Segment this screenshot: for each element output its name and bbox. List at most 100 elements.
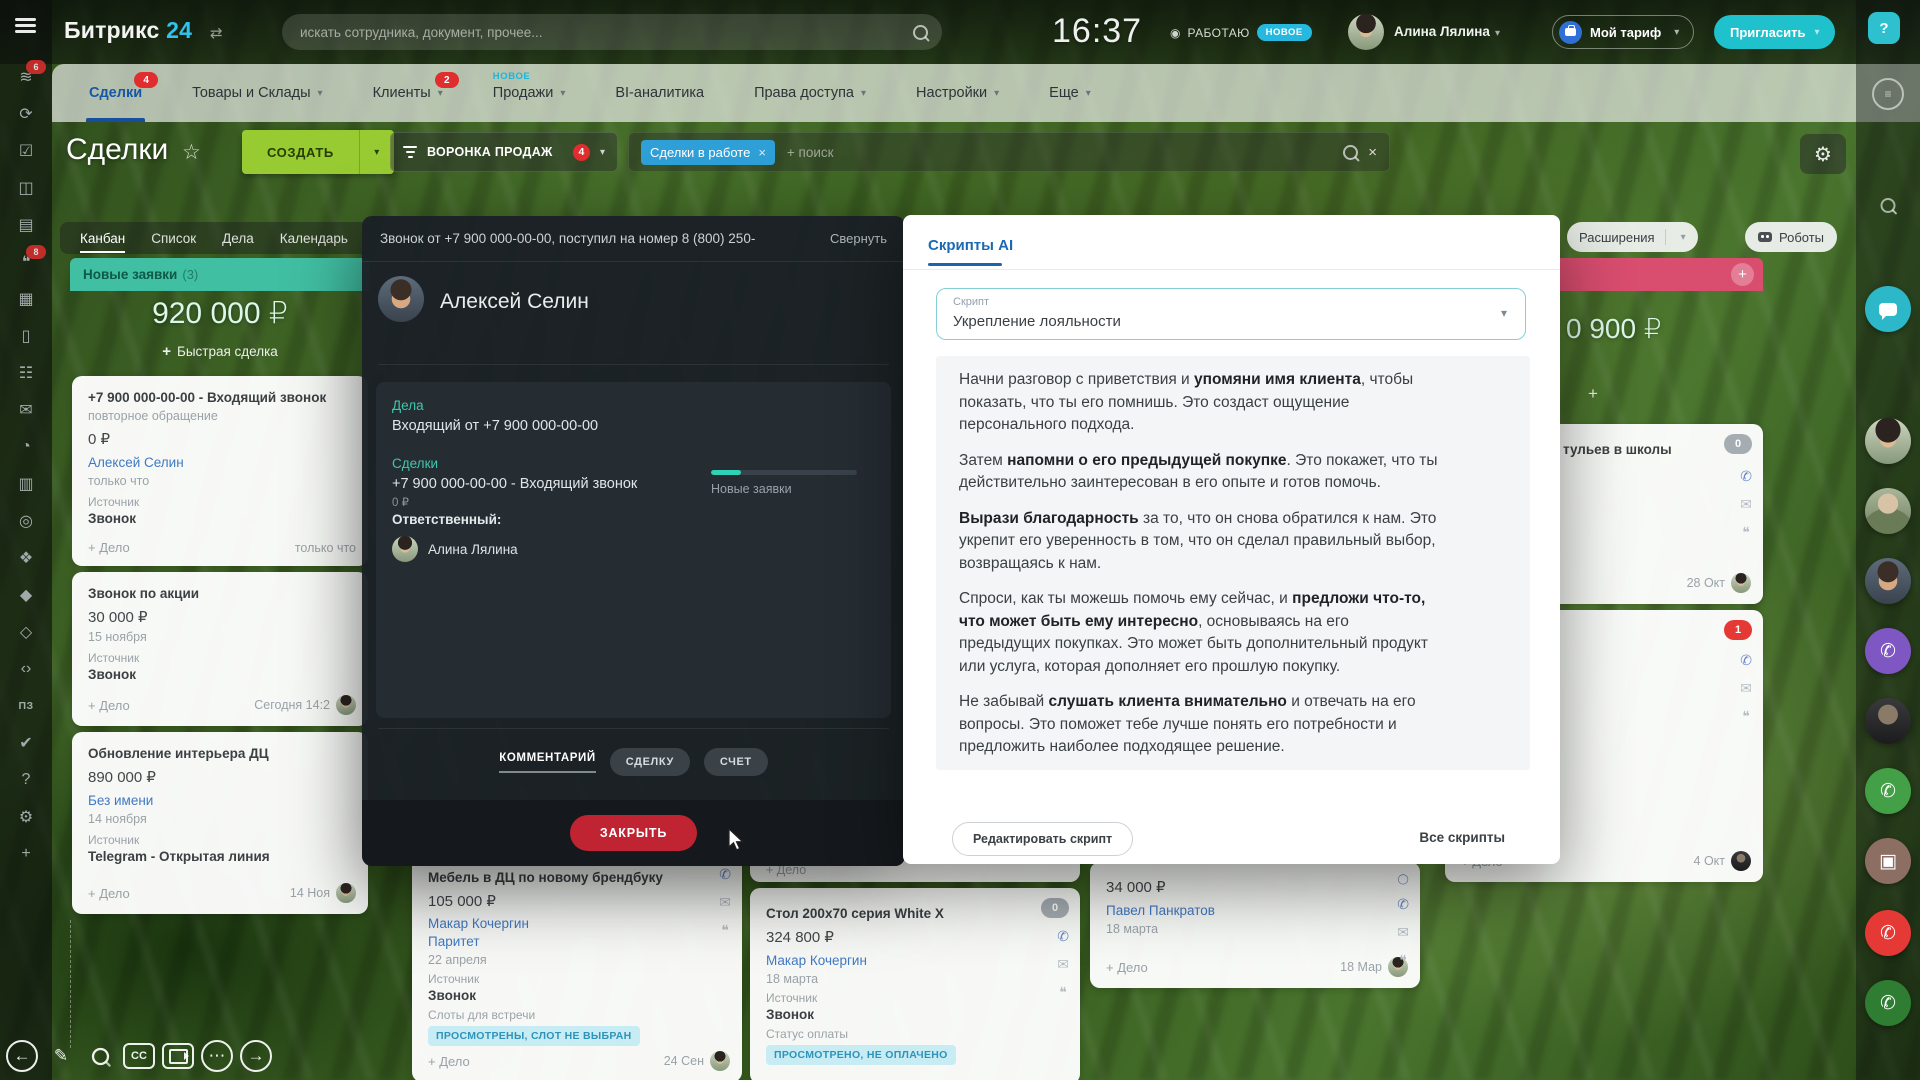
chat-icon[interactable]: ❝ bbox=[1742, 524, 1750, 541]
user-avatar[interactable] bbox=[1348, 14, 1384, 50]
deal-title[interactable]: +7 900 000-00-00 - Входящий звонок bbox=[88, 390, 352, 405]
view-tab-1[interactable]: Канбан bbox=[80, 231, 125, 246]
view-tab-4[interactable]: Календарь bbox=[280, 231, 348, 246]
global-search-input[interactable] bbox=[298, 24, 913, 41]
deal-card[interactable]: +7 900 000-00-00 - Входящий звонок повто… bbox=[72, 376, 368, 566]
tariff-button[interactable]: Мой тариф ▾ bbox=[1552, 15, 1694, 49]
documents-icon[interactable]: ▯ bbox=[13, 325, 39, 347]
robots-button[interactable]: Роботы bbox=[1745, 222, 1837, 252]
nav-item-6[interactable]: Права доступа▾ bbox=[754, 64, 866, 122]
app-logo[interactable]: Битрикс 24 bbox=[64, 17, 192, 44]
create-dropdown-arrow[interactable]: ▾ bbox=[359, 130, 394, 174]
nav-item-2[interactable]: Товары и Склады▾ bbox=[192, 64, 322, 122]
add-activity-link[interactable]: + Дело bbox=[88, 886, 130, 901]
search-icon[interactable] bbox=[1881, 198, 1896, 218]
close-icon[interactable]: × bbox=[758, 145, 766, 160]
cc-button[interactable]: CC bbox=[123, 1043, 155, 1069]
mail-icon[interactable]: ✉ bbox=[1740, 680, 1752, 697]
nav-item-4[interactable]: Продажи▾НОВОЕ bbox=[493, 64, 566, 122]
help-button[interactable]: ? bbox=[1868, 12, 1900, 44]
stage-progress[interactable]: Новые заявки bbox=[711, 470, 857, 496]
add-icon[interactable]: + bbox=[13, 843, 39, 865]
deal-card[interactable]: Мебель в ДЦ по новому брендбуку 105 000 … bbox=[412, 850, 742, 1080]
tab-scripts-ai[interactable]: Скрипты AI bbox=[928, 237, 1013, 254]
user-menu[interactable]: Алина Лялина▾ bbox=[1394, 24, 1500, 39]
user-avatar[interactable] bbox=[1865, 698, 1911, 744]
stack-icon[interactable]: ◆ bbox=[13, 584, 39, 606]
user-avatar[interactable] bbox=[1865, 488, 1911, 534]
add-activity-link[interactable]: + Дело bbox=[88, 540, 130, 555]
media-button-icon[interactable]: ▣ bbox=[1865, 838, 1911, 884]
extensions-button[interactable]: Расширения ▾ bbox=[1567, 222, 1698, 252]
settings-icon[interactable]: ⚙ bbox=[13, 806, 39, 828]
user-avatar[interactable] bbox=[1865, 558, 1911, 604]
tune-icon[interactable]: ⇄ bbox=[210, 24, 223, 42]
chat-icon[interactable]: ❝ bbox=[1059, 984, 1067, 1001]
phone-icon[interactable]: ✆ bbox=[1057, 928, 1069, 945]
support-chat-icon[interactable]: ≡ bbox=[1872, 78, 1904, 110]
add-activity-link[interactable]: + Дело bbox=[88, 698, 130, 713]
phone-icon[interactable]: ✆ bbox=[1740, 652, 1752, 669]
call-button-icon[interactable]: ✆ bbox=[1865, 910, 1911, 956]
deal-title[interactable]: тульев в школы bbox=[1563, 442, 1672, 457]
company-link[interactable]: Паритет bbox=[428, 934, 726, 949]
nav-item-8[interactable]: Еще▾ bbox=[1049, 64, 1091, 122]
phone-icon[interactable]: ✆ bbox=[1740, 468, 1752, 485]
video-icon[interactable]: ◎ bbox=[13, 510, 39, 532]
clock[interactable]: 16:37 bbox=[1052, 12, 1142, 51]
camera-button[interactable] bbox=[162, 1043, 194, 1069]
funnel-filter-button[interactable]: ВОРОНКА ПРОДАЖ 4 ▾ bbox=[390, 132, 618, 172]
crm-icon[interactable]: ◔ bbox=[13, 436, 39, 458]
draw-button[interactable]: ✎ bbox=[45, 1040, 77, 1072]
live-feed-icon[interactable]: ≋6 bbox=[13, 66, 39, 88]
add-activity-link[interactable]: + Дело bbox=[428, 1054, 470, 1069]
nav-item-7[interactable]: Настройки▾ bbox=[916, 64, 999, 122]
mail-icon[interactable]: ✉ bbox=[1397, 924, 1409, 941]
deals-search-field[interactable]: Сделки в работе× × bbox=[628, 132, 1390, 172]
deal-title[interactable]: Обновление интерьера ДЦ bbox=[88, 746, 352, 761]
tab-comment[interactable]: КОММЕНТАРИЙ bbox=[499, 752, 596, 773]
deal-card[interactable]: Обновление интерьера ДЦ 890 000 ₽ Без им… bbox=[72, 732, 368, 914]
close-call-button[interactable]: ЗАКРЫТЬ bbox=[570, 815, 697, 851]
phone-icon[interactable]: ✆ bbox=[719, 866, 731, 883]
chat-icon[interactable]: ❝ bbox=[1399, 952, 1407, 969]
pz-icon[interactable]: ПЗ bbox=[13, 695, 39, 717]
phone-icon[interactable]: ✆ bbox=[1397, 896, 1409, 913]
sync-icon[interactable]: ⟳ bbox=[13, 103, 39, 125]
view-tab-3[interactable]: Дела bbox=[222, 231, 254, 246]
nav-item-1[interactable]: Сделки4 bbox=[89, 64, 142, 122]
call-button-icon[interactable]: ✆ bbox=[1865, 768, 1911, 814]
all-scripts-link[interactable]: Все скрипты bbox=[1419, 830, 1505, 845]
drive-icon[interactable]: ☷ bbox=[13, 362, 39, 384]
create-button[interactable]: СОЗДАТЬ ▾ bbox=[242, 130, 394, 174]
analytics-icon[interactable]: ▥ bbox=[13, 473, 39, 495]
deal-card[interactable]: Стол 200х70 серия White X 324 800 ₽ Мака… bbox=[750, 888, 1080, 1080]
contact-link[interactable]: Макар Кочергин bbox=[766, 953, 1064, 968]
settings-gear-button[interactable]: ⚙ bbox=[1800, 134, 1846, 174]
contact-link[interactable]: Павел Панкратов bbox=[1106, 903, 1404, 918]
quick-deal-button[interactable]: +Быстрая сделка bbox=[70, 343, 370, 360]
favorite-star-icon[interactable]: ☆ bbox=[182, 140, 201, 165]
kanban-column-header[interactable]: Новые заявки (3) bbox=[70, 258, 370, 291]
deal-title[interactable]: Мебель в ДЦ по новому брендбуку bbox=[428, 870, 726, 885]
call-button-icon[interactable]: ✆ bbox=[1865, 628, 1911, 674]
contact-link[interactable]: Макар Кочергин bbox=[428, 916, 726, 931]
search-icon[interactable] bbox=[1343, 145, 1358, 160]
messenger-button-icon[interactable] bbox=[1865, 286, 1911, 332]
zoom-button[interactable] bbox=[84, 1040, 116, 1072]
forward-button[interactable]: → bbox=[240, 1040, 272, 1072]
nav-item-3[interactable]: Клиенты▾2 bbox=[373, 64, 443, 122]
filter-tag[interactable]: Сделки в работе× bbox=[641, 140, 775, 165]
invite-button[interactable]: Пригласить▾ bbox=[1714, 15, 1835, 49]
edit-script-button[interactable]: Редактировать скрипт bbox=[952, 822, 1133, 856]
script-select[interactable]: Скрипт Укрепление лояльности ▾ bbox=[936, 288, 1526, 340]
global-search[interactable] bbox=[282, 14, 942, 50]
add-activity-link[interactable]: + Дело bbox=[1106, 960, 1148, 975]
marketing-icon[interactable]: ◇ bbox=[13, 621, 39, 643]
work-status[interactable]: ◉ РАБОТАЮ НОВОЕ bbox=[1170, 24, 1312, 41]
tab-deal[interactable]: СДЕЛКУ bbox=[610, 748, 690, 776]
activity-item[interactable]: Входящий от +7 900 000-00-00 bbox=[392, 418, 875, 434]
more-button[interactable]: ⋯ bbox=[201, 1040, 233, 1072]
contact-link[interactable]: Без имени bbox=[88, 793, 352, 808]
chat-icon[interactable]: ❝ bbox=[1742, 708, 1750, 725]
